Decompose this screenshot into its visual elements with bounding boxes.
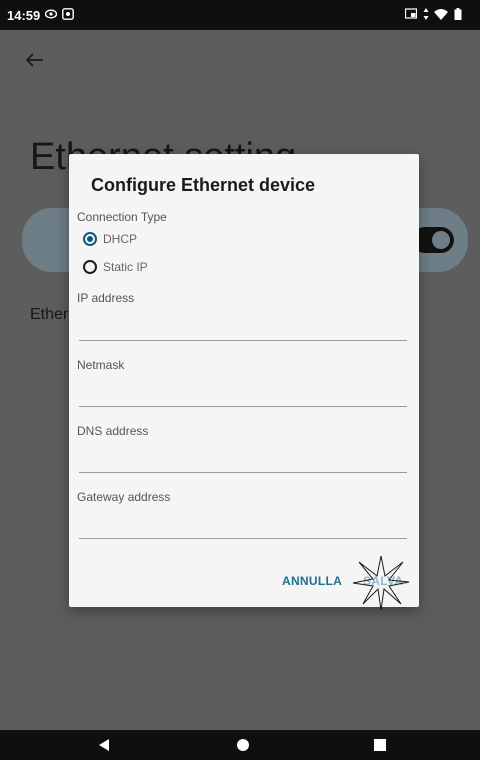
gateway-address-label: Gateway address	[77, 490, 171, 504]
static-ip-label: Static IP	[103, 260, 148, 274]
battery-icon	[454, 8, 462, 20]
data-transfer-icon	[423, 8, 429, 20]
configure-ethernet-dialog: Configure Ethernet device Connection Typ…	[69, 154, 419, 611]
status-time: 14:59	[7, 8, 41, 23]
dhcp-option[interactable]: DHCP	[83, 232, 137, 246]
dialog-title: Configure Ethernet device	[91, 175, 316, 195]
recents-square-icon[interactable]	[374, 739, 386, 751]
dhcp-radio[interactable]	[83, 232, 97, 246]
connection-type-label: Connection Type	[77, 210, 167, 224]
back-arrow-icon[interactable]	[24, 52, 44, 68]
status-icons-right	[403, 8, 462, 23]
dns-address-input[interactable]	[79, 447, 411, 473]
netmask-underline	[79, 406, 407, 407]
section-label: Ether	[30, 306, 69, 323]
cast-icon	[405, 8, 418, 19]
dhcp-label: DHCP	[103, 232, 138, 246]
home-circle-icon[interactable]	[237, 739, 249, 751]
app-notification-icon	[62, 8, 74, 20]
status-bar: 14:59	[0, 0, 480, 30]
eye-icon	[45, 9, 57, 19]
gateway-address-input[interactable]	[79, 513, 411, 539]
wifi-icon	[434, 9, 449, 20]
static-ip-radio[interactable]	[83, 260, 97, 274]
navigation-bar	[0, 730, 480, 760]
netmask-label: Netmask	[77, 358, 125, 372]
gateway-address-underline	[79, 538, 407, 539]
back-triangle-icon[interactable]	[98, 739, 110, 751]
dns-address-label: DNS address	[77, 424, 149, 438]
ip-address-input[interactable]	[79, 314, 411, 340]
cancel-button[interactable]: ANNULLA	[282, 574, 342, 588]
ip-address-underline	[79, 340, 407, 341]
toggle-knob	[432, 231, 450, 249]
dns-address-underline	[79, 472, 407, 473]
tap-indicator-icon	[352, 555, 410, 611]
static-ip-option[interactable]: Static IP	[83, 260, 148, 274]
netmask-input[interactable]	[79, 381, 411, 407]
ip-address-label: IP address	[77, 291, 135, 305]
